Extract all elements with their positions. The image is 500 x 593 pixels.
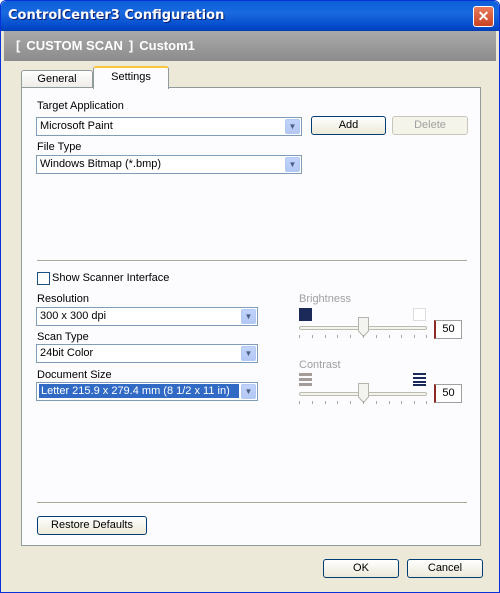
settings-panel: Target Application Microsoft Paint ▼ Add… <box>21 87 481 546</box>
contrast-high-icon <box>413 373 426 386</box>
scan-type-select[interactable]: 24bit Color ▼ <box>36 344 258 363</box>
chevron-down-icon[interactable]: ▼ <box>285 119 300 134</box>
slider-thumb-icon <box>357 317 369 338</box>
document-size-label: Document Size <box>37 369 112 381</box>
slider-thumb-icon <box>357 383 369 404</box>
contrast-value[interactable]: 50 <box>434 384 462 403</box>
resolution-select[interactable]: 300 x 300 dpi ▼ <box>36 307 258 326</box>
header-section: CUSTOM SCAN <box>26 38 123 53</box>
add-button[interactable]: Add <box>311 116 386 135</box>
show-scanner-interface-label: Show Scanner Interface <box>52 272 170 284</box>
chevron-down-icon[interactable]: ▼ <box>241 384 256 399</box>
tab-settings[interactable]: Settings <box>93 66 169 89</box>
document-size-value: Letter 215.9 x 279.4 mm (8 1/2 x 11 in) <box>38 383 240 399</box>
chevron-down-icon[interactable]: ▼ <box>285 157 300 172</box>
target-application-select[interactable]: Microsoft Paint ▼ <box>36 117 302 136</box>
window-title: ControlCenter3 Configuration <box>8 8 225 23</box>
brightness-dark-icon <box>299 308 312 321</box>
scan-type-value: 24bit Color <box>40 347 94 359</box>
file-type-label: File Type <box>37 141 82 153</box>
delete-button[interactable]: Delete <box>392 116 468 135</box>
close-icon: ✕ <box>477 8 490 24</box>
section-header: [ CUSTOM SCAN] Custom1 <box>4 31 496 61</box>
brightness-value[interactable]: 50 <box>434 320 462 339</box>
chevron-down-icon[interactable]: ▼ <box>241 309 256 324</box>
cancel-button[interactable]: Cancel <box>407 559 483 578</box>
chevron-down-icon[interactable]: ▼ <box>241 346 256 361</box>
ok-button[interactable]: OK <box>323 559 399 578</box>
show-scanner-interface-checkbox[interactable] <box>37 272 50 285</box>
file-type-select[interactable]: Windows Bitmap (*.bmp) ▼ <box>36 155 302 174</box>
brightness-label: Brightness <box>299 293 351 305</box>
brightness-ticks <box>299 335 427 338</box>
header-title: [ CUSTOM SCAN] Custom1 <box>16 38 201 53</box>
config-window: ControlCenter3 Configuration ✕ [ CUSTOM S… <box>0 0 500 593</box>
title-bar[interactable]: ControlCenter3 Configuration ✕ <box>1 1 499 31</box>
header-bracket-open: [ <box>16 38 21 53</box>
target-application-label: Target Application <box>37 100 124 112</box>
brightness-slider-thumb[interactable] <box>357 317 369 338</box>
divider <box>37 260 467 262</box>
restore-defaults-button[interactable]: Restore Defaults <box>37 516 147 535</box>
tab-general[interactable]: General <box>21 70 93 88</box>
contrast-slider-thumb[interactable] <box>357 383 369 404</box>
divider <box>37 502 467 504</box>
contrast-ticks <box>299 401 427 404</box>
contrast-low-icon <box>299 373 312 386</box>
document-size-select[interactable]: Letter 215.9 x 279.4 mm (8 1/2 x 11 in) … <box>36 382 258 401</box>
brightness-light-icon <box>413 308 426 321</box>
target-application-value: Microsoft Paint <box>40 120 113 132</box>
resolution-value: 300 x 300 dpi <box>40 310 107 322</box>
resolution-label: Resolution <box>37 293 89 305</box>
header-bracket-close: ] <box>128 38 134 53</box>
contrast-label: Contrast <box>299 359 341 371</box>
close-button[interactable]: ✕ <box>473 6 494 27</box>
header-name: Custom1 <box>139 38 195 53</box>
scan-type-label: Scan Type <box>37 331 89 343</box>
file-type-value: Windows Bitmap (*.bmp) <box>40 158 162 170</box>
